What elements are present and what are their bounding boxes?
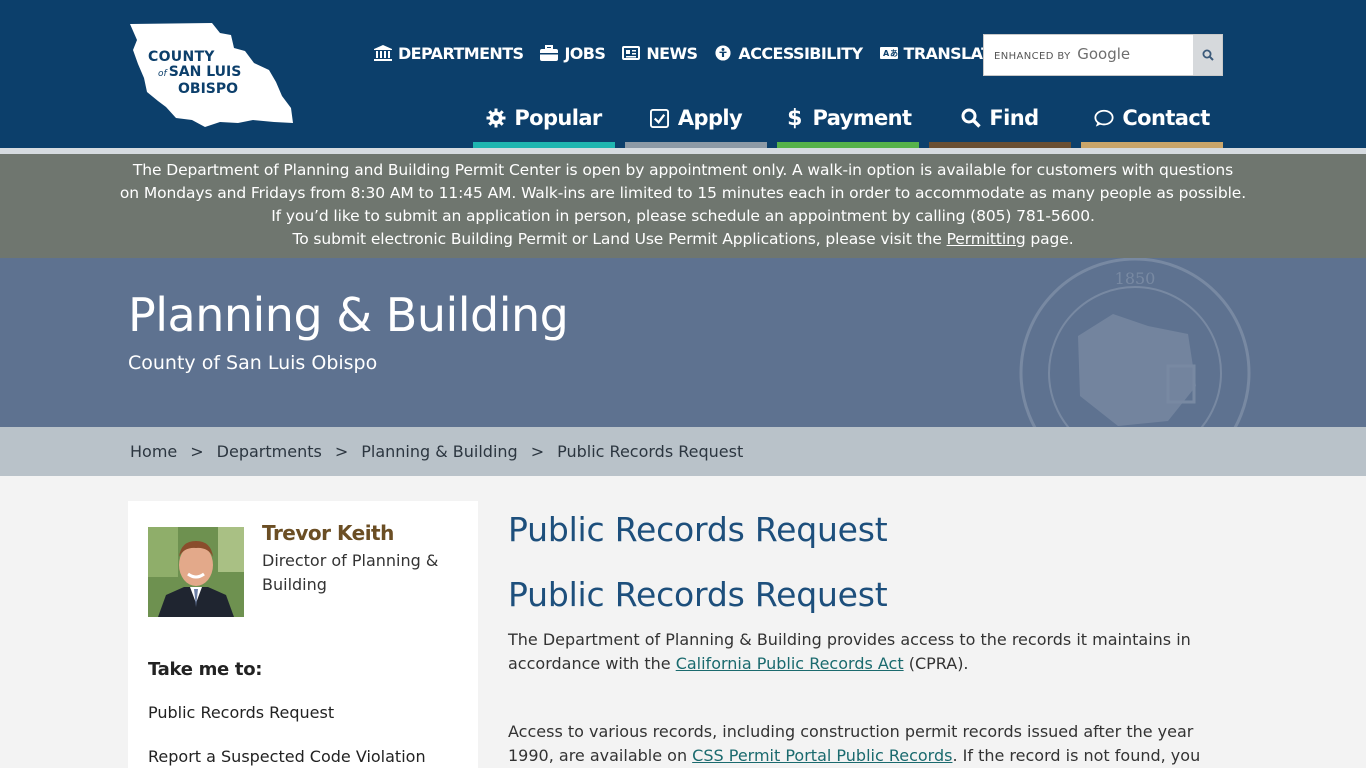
- section-title: Public Records Request: [508, 575, 888, 614]
- util-news-link[interactable]: NEWS: [622, 43, 698, 63]
- breadcrumb-home[interactable]: Home: [130, 442, 177, 461]
- director-photo: [148, 527, 244, 617]
- util-accessibility-link[interactable]: ACCESSIBILITY: [714, 43, 863, 63]
- site-header: COUNTY of SAN LUIS OBISPO DEPARTMENTS JOB…: [0, 0, 1366, 148]
- alert-line-4-pre: To submit electronic Building Permit or …: [292, 230, 947, 248]
- logo-san-luis-text: SAN LUIS: [168, 64, 242, 80]
- breadcrumb-departments[interactable]: Departments: [217, 442, 322, 461]
- util-news-label: NEWS: [646, 43, 698, 63]
- site-search: ENHANCED BY Google: [983, 34, 1223, 76]
- seal-year: 1850: [1115, 269, 1156, 288]
- alert-line-3: If you’d like to submit an application i…: [271, 207, 1095, 225]
- util-jobs-link[interactable]: JOBS: [540, 43, 606, 63]
- gear-icon: [486, 107, 506, 129]
- permitting-link[interactable]: Permitting: [947, 230, 1026, 248]
- department-subtitle: County of San Luis Obispo: [128, 352, 378, 374]
- permit-center-alert: The Department of Planning and Building …: [0, 154, 1366, 258]
- alert-line-2: on Mondays and Fridays from 8:30 AM to 1…: [119, 184, 1247, 202]
- breadcrumb-current: Public Records Request: [557, 442, 744, 461]
- breadcrumb-separator: >: [334, 442, 349, 461]
- utility-nav: DEPARTMENTS JOBS NEWS ACCESSIBILITY Aあ T…: [374, 42, 1002, 64]
- sidebar: Trevor Keith Director of Planning & Buil…: [128, 501, 478, 768]
- sidebar-link-public-records[interactable]: Public Records Request: [148, 703, 334, 722]
- css-portal-link[interactable]: CSS Permit Portal Public Records: [692, 746, 952, 765]
- checkbox-icon: [650, 107, 670, 129]
- nav-tab-find-label: Find: [989, 106, 1039, 130]
- search-input[interactable]: [984, 35, 1194, 75]
- nav-tab-find[interactable]: Find: [929, 88, 1071, 148]
- alert-line-4-post: page.: [1025, 230, 1074, 248]
- nav-tab-contact[interactable]: Contact: [1081, 88, 1223, 148]
- take-me-to-heading: Take me to:: [148, 659, 263, 680]
- search-icon: [1202, 49, 1214, 61]
- county-logo[interactable]: COUNTY of SAN LUIS OBISPO: [128, 22, 294, 128]
- svg-text:あ: あ: [890, 49, 898, 58]
- breadcrumb: Home > Departments > Planning & Building…: [0, 427, 1366, 476]
- util-accessibility-label: ACCESSIBILITY: [738, 43, 863, 63]
- search-button[interactable]: [1193, 35, 1222, 75]
- nav-tab-popular[interactable]: Popular: [473, 88, 615, 148]
- logo-line-county: COUNTY: [148, 49, 215, 65]
- logo-line-obispo: OBISPO: [178, 81, 239, 97]
- newspaper-icon: [622, 44, 641, 62]
- sidebar-link-report-code-violation[interactable]: Report a Suspected Code Violation: [148, 747, 426, 766]
- alert-line-1: The Department of Planning and Building …: [132, 161, 1234, 179]
- page-title: Public Records Request: [508, 510, 888, 549]
- briefcase-icon: [540, 44, 559, 62]
- breadcrumb-planning-building[interactable]: Planning & Building: [361, 442, 517, 461]
- intro-paragraph: The Department of Planning & Building pr…: [508, 628, 1238, 676]
- main-nav: Popular Apply $ Payment Find Contact: [473, 88, 1223, 148]
- intro-text-post: (CPRA).: [903, 654, 969, 673]
- chat-icon: [1094, 107, 1114, 129]
- director-role: Director of Planning & Building: [262, 551, 439, 594]
- logo-line-san-luis: of SAN LUIS: [148, 65, 241, 82]
- accessibility-icon: [714, 44, 732, 62]
- county-seal-watermark: 1850: [1019, 258, 1251, 427]
- access-paragraph: Access to various records, including con…: [508, 720, 1238, 768]
- nav-tab-apply[interactable]: Apply: [625, 88, 767, 148]
- alert-line-4: To submit electronic Building Permit or …: [0, 228, 1366, 251]
- util-jobs-label: JOBS: [564, 43, 606, 63]
- breadcrumb-separator: >: [530, 442, 545, 461]
- search-icon: [961, 107, 982, 129]
- breadcrumb-separator: >: [190, 442, 204, 461]
- util-departments-link[interactable]: DEPARTMENTS: [374, 43, 524, 63]
- building-icon: [374, 44, 392, 62]
- nav-tab-payment[interactable]: $ Payment: [777, 88, 919, 148]
- nav-tab-contact-label: Contact: [1122, 106, 1210, 130]
- department-hero: Planning & Building County of San Luis O…: [0, 258, 1366, 427]
- nav-tab-popular-label: Popular: [514, 106, 602, 130]
- logo-of: of: [158, 69, 167, 79]
- department-title: Planning & Building: [128, 288, 569, 342]
- nav-tab-apply-label: Apply: [677, 106, 743, 130]
- util-departments-label: DEPARTMENTS: [398, 43, 524, 63]
- director-name: Trevor Keith: [262, 521, 394, 545]
- nav-tab-payment-label: Payment: [812, 106, 913, 130]
- translate-icon: Aあ: [879, 44, 898, 62]
- cpra-link[interactable]: California Public Records Act: [676, 654, 904, 673]
- dollar-icon: $: [787, 105, 802, 131]
- logo-wordmark: COUNTY of SAN LUIS OBISPO: [148, 50, 241, 97]
